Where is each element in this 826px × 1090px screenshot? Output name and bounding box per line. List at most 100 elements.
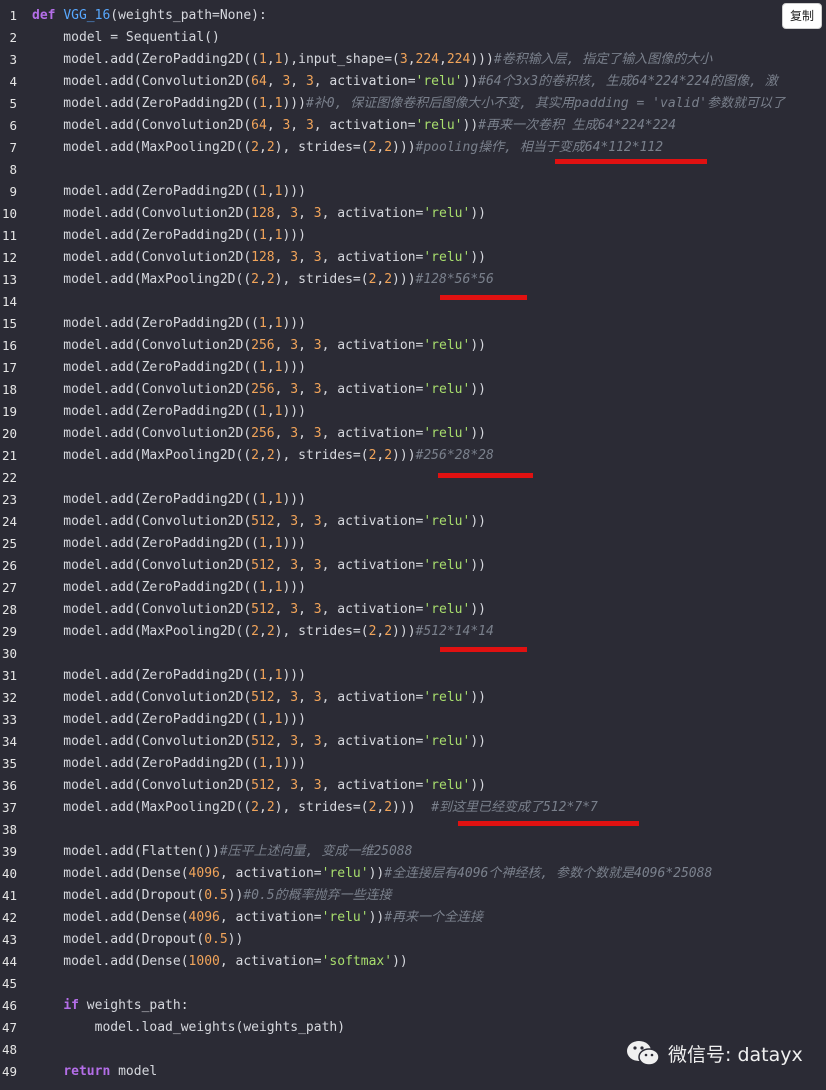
code-token: model.add(ZeroPadding2D(( [32,404,259,419]
code-token: 3 [313,778,322,793]
line-number: 21 [1,448,17,463]
line-number: 30 [1,646,17,661]
code-comment: #512*14*14 [415,624,494,639]
line-number: 4 [9,74,17,89]
code-token: )) [470,338,486,353]
code-token: 2 [266,800,275,815]
code-token: , activation= [321,382,424,397]
code-token: def [32,8,64,23]
code-token: model.add(ZeroPadding2D(( [32,756,259,771]
code-token: , [298,690,314,705]
code-text: model = Sequential() [32,27,220,49]
copy-button[interactable]: 复制 [782,3,822,29]
code-comment: #64个3x3的卷积核, 生成64*224*224的图像, 激 [478,74,778,89]
code-token: model.add(ZeroPadding2D(( [32,52,259,67]
line-number: 26 [1,558,17,573]
code-token: model.add(Convolution2D( [32,602,252,617]
code-token: 'relu' [415,118,463,133]
code-line: 39 model.add(Flatten())#压平上述向量, 变成一维2508… [0,841,826,863]
code-token: model.add(Convolution2D( [32,426,252,441]
code-token: )) [470,602,486,617]
line-number: 32 [1,690,17,705]
code-line: 27 model.add(ZeroPadding2D((1,1))) [0,577,826,599]
code-token: , [266,668,275,683]
code-token: 3 [290,426,299,441]
code-token: model = Sequential() [32,30,220,45]
code-line: 16 model.add(Convolution2D(256, 3, 3, ac… [0,335,826,357]
line-number: 23 [1,492,17,507]
code-text: model.add(MaxPooling2D((2,2), strides=(2… [32,137,663,159]
line-number: 45 [1,976,17,991]
code-token: )) [470,250,486,265]
code-comment: #再来一个全连接 [384,910,484,925]
code-line: 42 model.add(Dense(4096, activation='rel… [0,907,826,929]
code-token: 2 [266,272,275,287]
code-token: , activation= [321,338,424,353]
line-number: 9 [9,184,17,199]
code-text: model.add(Dropout(0.5)) [32,929,243,951]
code-token: model.add(Convolution2D( [32,338,252,353]
code-text: model.add(Convolution2D(512, 3, 3, activ… [32,555,486,577]
code-token: return [63,1064,111,1079]
code-text: model.add(ZeroPadding2D((1,1))) [32,313,306,335]
code-token: 2 [266,448,275,463]
code-token: , activation= [219,866,322,881]
code-token: , activation= [321,690,424,705]
code-token: ))) [392,140,416,155]
code-token: )) [227,888,244,903]
code-text: model.add(Convolution2D(64, 3, 3, activa… [32,115,676,137]
code-text: model.add(ZeroPadding2D((1,1))) [32,577,306,599]
code-token: model.add(ZeroPadding2D(( [32,184,259,199]
code-token: , activation= [321,558,424,573]
code-token: 1 [258,580,267,595]
code-comment: #卷积输入层, 指定了输入图像的大小 [493,52,713,67]
code-text: model.add(ZeroPadding2D((1,1))) [32,357,306,379]
line-number: 38 [1,822,17,837]
code-token: ))) [282,756,306,771]
code-token: )) [462,74,479,89]
code-token: model.add(ZeroPadding2D(( [32,536,259,551]
code-token: , [258,272,267,287]
code-token: ))) [392,624,416,639]
code-token: , activation= [313,74,416,89]
code-comment: #256*28*28 [415,448,494,463]
code-token: , [274,778,291,793]
line-number: 24 [1,514,17,529]
code-token: model.add(Convolution2D( [32,118,252,133]
code-token: 1 [258,316,267,331]
code-line: 25 model.add(ZeroPadding2D((1,1))) [0,533,826,555]
code-token: )) [470,206,486,221]
code-text: model.add(MaxPooling2D((2,2), strides=(2… [32,797,598,819]
code-line: 20 model.add(Convolution2D(256, 3, 3, ac… [0,423,826,445]
code-text: model.load_weights(weights_path) [32,1017,345,1039]
code-text: model.add(Convolution2D(128, 3, 3, activ… [32,247,486,269]
code-token: , [298,338,314,353]
code-comment: #全连接层有4096个神经核, 参数个数就是4096*25088 [384,866,713,881]
line-number: 34 [1,734,17,749]
code-token: model.add(Convolution2D( [32,74,252,89]
code-token: , [266,316,275,331]
code-token: weights_path: [78,998,189,1013]
code-line: 5 model.add(ZeroPadding2D((1,1)))#补0, 保证… [0,93,826,115]
code-line: 41 model.add(Dropout(0.5))#0.5的概率抛弃一些连接 [0,885,826,907]
code-text: model.add(ZeroPadding2D((1,1))) [32,753,306,775]
code-line: 32 model.add(Convolution2D(512, 3, 3, ac… [0,687,826,709]
code-token: )) [470,690,486,705]
code-token: )) [392,954,408,969]
code-line: 14 [0,291,826,313]
line-number: 2 [9,30,17,45]
code-token: 1 [258,756,267,771]
code-line: 36 model.add(Convolution2D(512, 3, 3, ac… [0,775,826,797]
code-token: )) [470,778,486,793]
code-token: )) [470,558,486,573]
code-token: 'relu' [415,74,463,89]
code-token: )) [470,382,486,397]
line-number: 29 [1,624,17,639]
code-token: model.add(ZeroPadding2D(( [32,228,259,243]
code-line: 3 model.add(ZeroPadding2D((1,1),input_sh… [0,49,826,71]
code-token: model.add(ZeroPadding2D(( [32,580,259,595]
code-token: ))) [282,668,306,683]
line-number: 35 [1,756,17,771]
